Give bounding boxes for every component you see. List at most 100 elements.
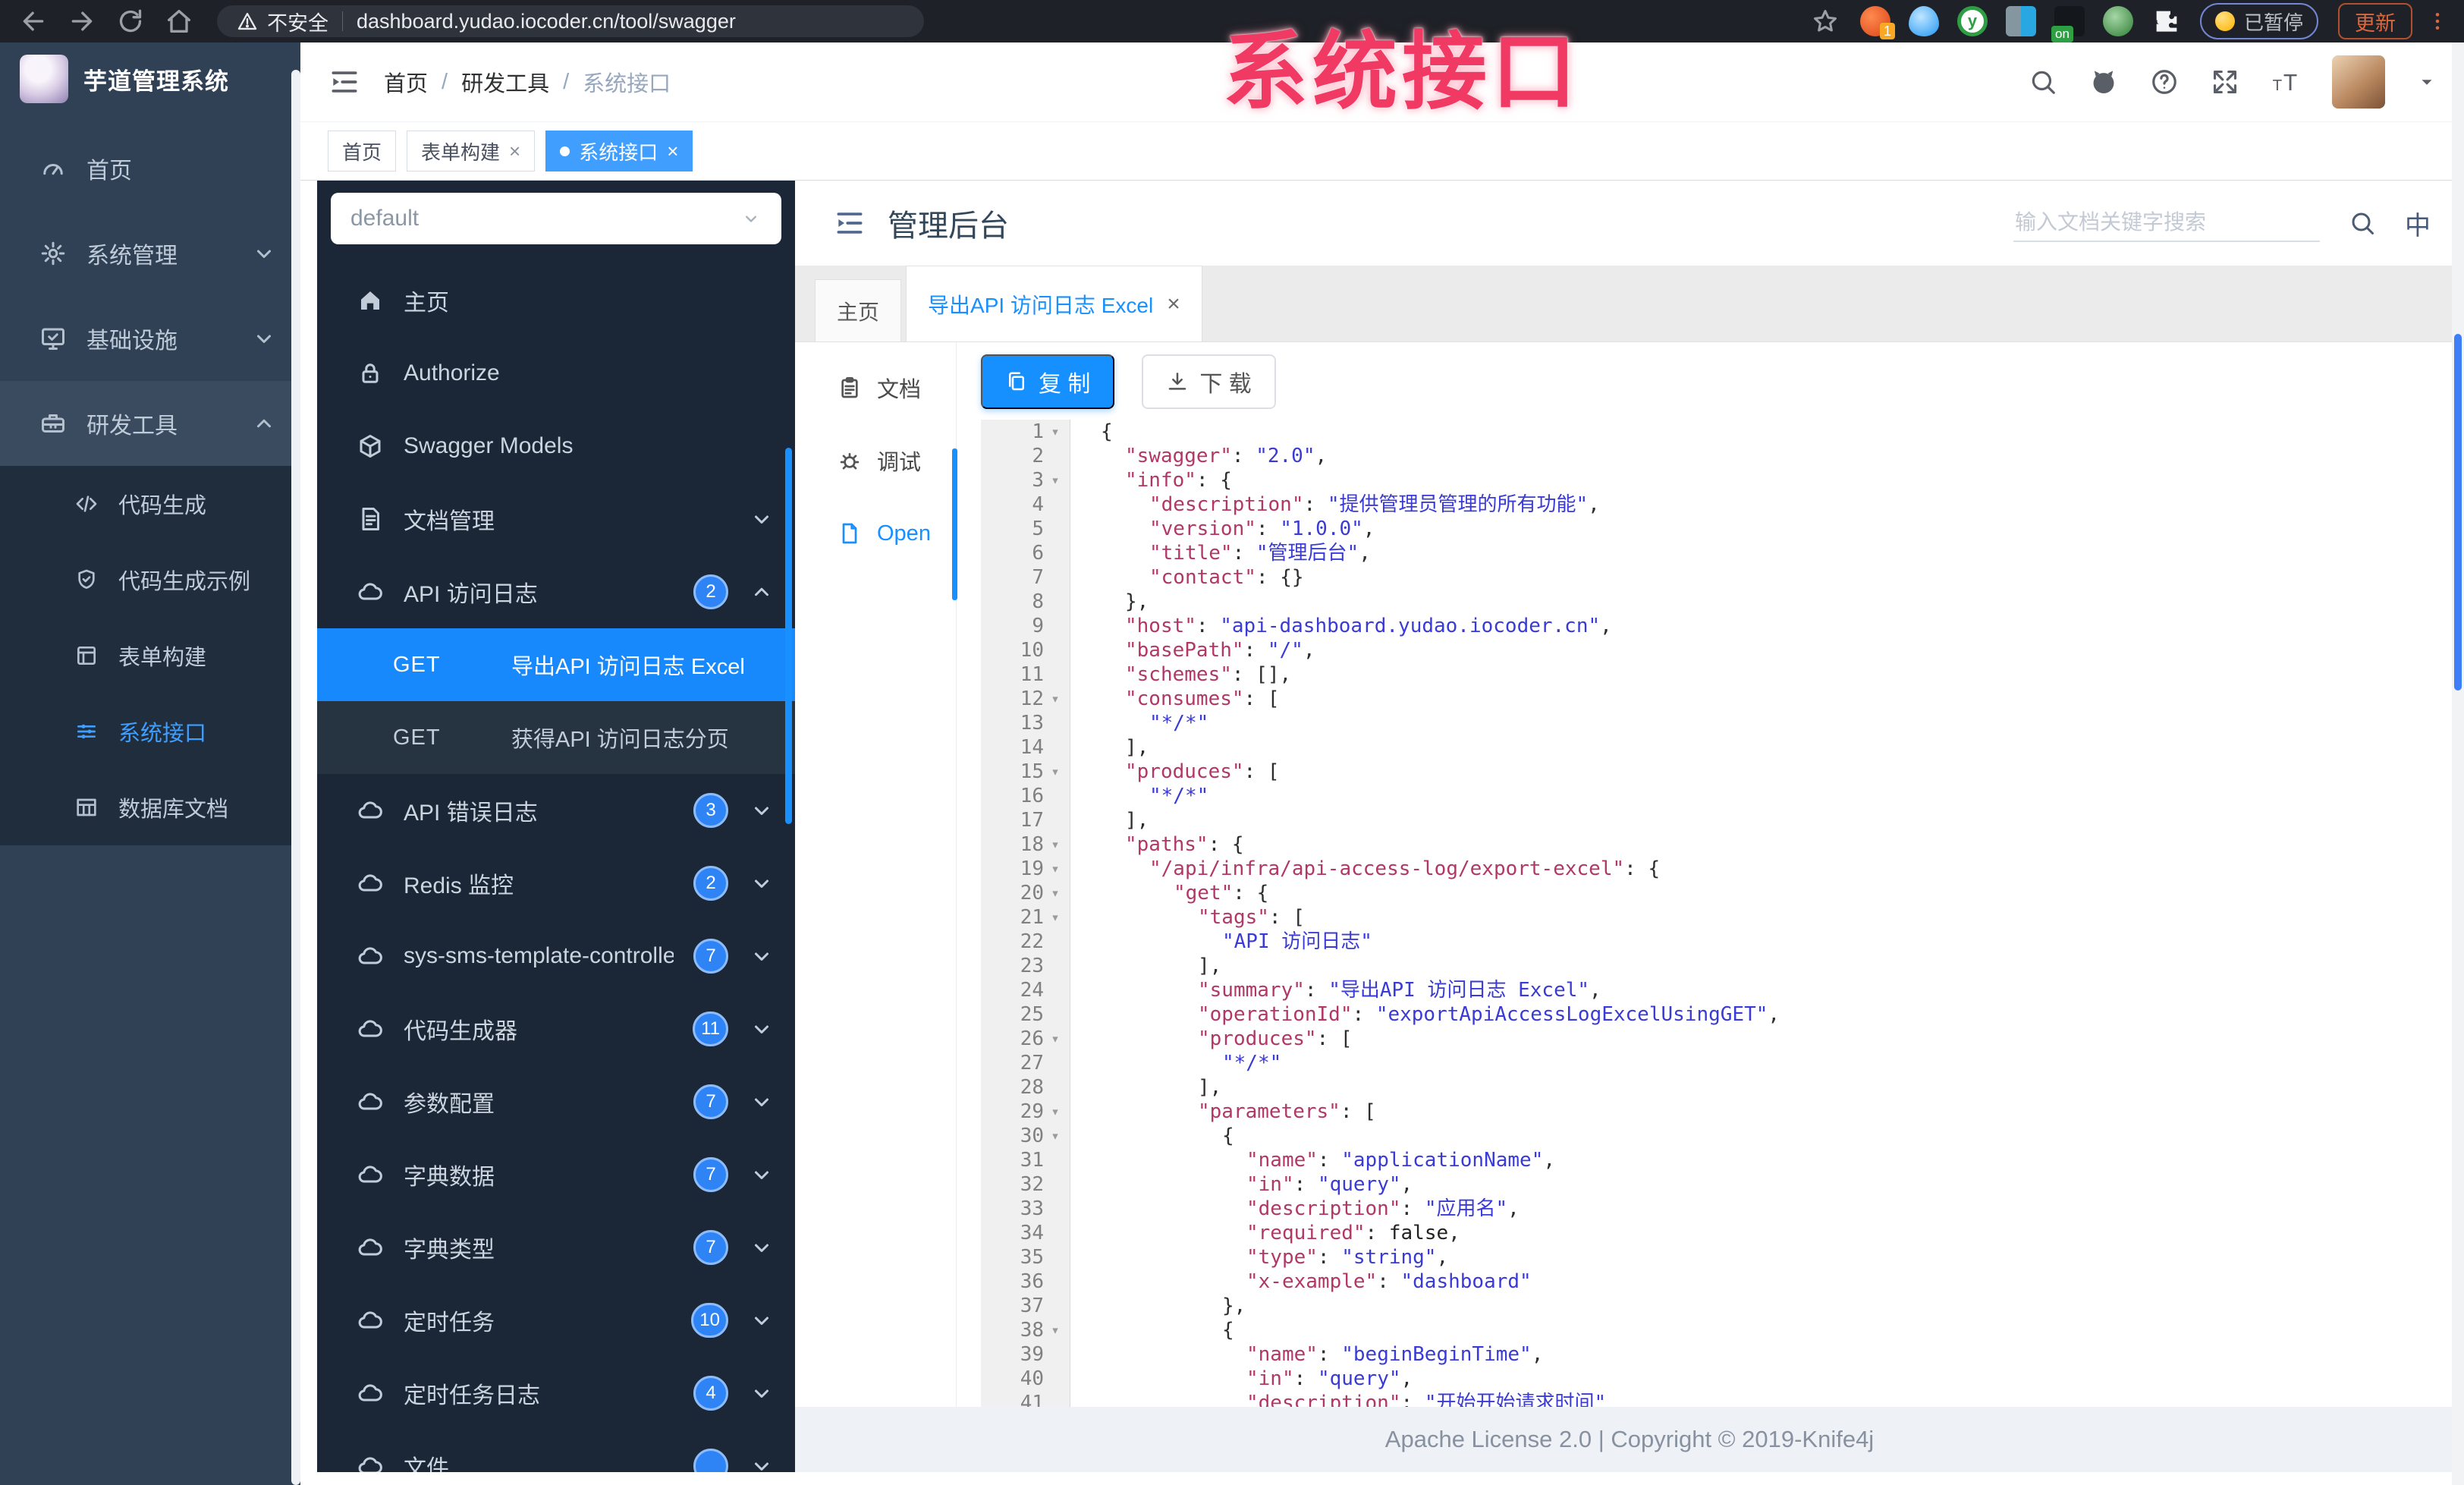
fold-arrow-icon[interactable]: ▾ [1044,832,1067,857]
code-content: "description": "开始开始请求时间" [1070,1391,1606,1407]
subnav-item-调试[interactable]: 调试 [795,424,956,497]
bookmark-star-icon[interactable] [1812,8,1839,35]
extension-icon[interactable]: y [1956,6,1988,36]
token: "version" [1149,518,1256,540]
breadcrumb-item[interactable]: 首页 [384,66,428,98]
fold-arrow-icon[interactable]: ▾ [1044,687,1067,711]
token: "description" [1149,493,1304,516]
fold-arrow-icon[interactable]: ▾ [1044,1100,1067,1124]
api-menu-item-2[interactable]: Swagger Models [317,410,795,483]
breadcrumb-item[interactable]: 研发工具 [461,66,549,98]
tag-tab-0[interactable]: 首页 [328,131,397,171]
copy-button[interactable]: 复 制 [981,354,1115,409]
close-icon[interactable]: × [509,141,520,161]
fold-arrow-icon[interactable]: ▾ [1044,1027,1067,1051]
close-icon[interactable]: × [1167,292,1180,316]
api-menu-item-11[interactable]: 字典类型 7 [317,1211,795,1284]
sidebar-item-2[interactable]: 基础设施 [0,296,300,381]
profile-paused-chip[interactable]: 已暂停 [2199,3,2318,39]
sidebar-collapse-icon[interactable] [328,65,361,99]
api-menu-item-13[interactable]: 定时任务日志 4 [317,1357,795,1430]
api-menu-item-12[interactable]: 定时任务 10 [317,1284,795,1357]
page-scrollbar-thumb[interactable] [2454,334,2462,691]
api-menu-item-1[interactable]: Authorize [317,337,795,410]
user-avatar[interactable] [2332,55,2385,109]
subnav-item-open[interactable]: Open [795,497,956,570]
api-operation-item[interactable]: GET 获得API 访问日志分页 [317,701,795,774]
api-menu-item-8[interactable]: 代码生成器 11 [317,993,795,1065]
extension-icon[interactable]: on [2051,6,2085,42]
api-menu-item-9[interactable]: 参数配置 7 [317,1065,795,1138]
line-gutter: 27 [981,1051,1070,1075]
forward-icon[interactable] [67,6,97,36]
fold-arrow-icon[interactable]: ▾ [1044,905,1067,930]
github-icon[interactable] [2089,68,2118,96]
close-icon[interactable]: × [667,141,678,161]
doc-collapse-icon[interactable] [833,206,866,240]
download-button[interactable]: 下 载 [1142,354,1276,409]
api-group-select[interactable]: default [331,193,781,244]
sidebar-item-4[interactable]: 代码生成 [0,466,300,542]
search-icon[interactable] [2029,68,2057,96]
sidebar-item-0[interactable]: 首页 [0,126,300,211]
doc-search-icon[interactable] [2349,209,2376,237]
page-scrollbar[interactable] [2452,42,2464,1485]
fold-arrow-icon[interactable]: ▾ [1044,1318,1067,1342]
fold-arrow-icon[interactable]: ▾ [1044,881,1067,905]
sidebar-item-8[interactable]: 数据库文档 [0,769,300,845]
api-menu-item-6[interactable]: Redis 监控 2 [317,847,795,920]
api-menu-item-0[interactable]: 主页 [317,264,795,337]
back-icon[interactable] [18,6,49,36]
line-gutter: 16 [981,784,1070,808]
subnav-item-文档[interactable]: 文档 [795,351,956,424]
extension-icon[interactable] [2102,6,2133,36]
extension-icon[interactable]: 1 [1859,6,1895,39]
extensions-puzzle-icon[interactable] [2151,6,2182,36]
token: "*/*" [1222,1052,1282,1074]
sidebar-item-7[interactable]: 系统接口 [0,694,300,769]
fold-arrow-icon[interactable]: ▾ [1044,468,1067,492]
browser-update-button[interactable]: 更新 [2338,3,2412,39]
api-menu-item-14[interactable]: 文件 [317,1430,795,1472]
file-icon [838,521,862,546]
doc-tab-1[interactable]: 导出API 访问日志 Excel × [906,266,1202,341]
api-operation-item[interactable]: GET 导出API 访问日志 Excel [317,628,795,701]
fold-arrow-icon[interactable]: ▾ [1044,760,1067,784]
tag-tab-1[interactable]: 表单构建 × [407,131,536,171]
doc-tab-0[interactable]: 主页 [815,279,902,341]
avatar-caret-down-icon[interactable] [2417,72,2437,92]
tag-label: 表单构建 [421,140,501,164]
extension-icon[interactable] [2005,6,2036,36]
fold-arrow-icon[interactable]: ▾ [1044,1124,1067,1148]
help-icon[interactable] [2150,68,2179,96]
sidebar-item-5[interactable]: 代码生成示例 [0,542,300,618]
api-menu-item-4[interactable]: API 访问日志 2 [317,555,795,628]
api-menu-item-5[interactable]: API 错误日志 3 [317,774,795,847]
address-bar[interactable]: 不安全 dashboard.yudao.iocoder.cn/tool/swag… [217,5,924,37]
api-menu-item-3[interactable]: 文档管理 [317,483,795,555]
browser-home-icon[interactable] [164,6,194,36]
browser-menu-kebab-icon[interactable] [2426,8,2449,35]
api-menu-item-10[interactable]: 字典数据 7 [317,1138,795,1211]
sidebar-item-3[interactable]: 研发工具 [0,381,300,466]
fullscreen-icon[interactable] [2211,68,2239,96]
reload-icon[interactable] [115,6,146,36]
code-editor[interactable]: 1 ▾{2 "swagger": "2.0", 3 ▾ "info": {4 "descri… [981,420,2464,1407]
extension-icon[interactable] [1908,6,1939,36]
fold-arrow-icon[interactable]: ▾ [1044,420,1067,444]
api-panel-scrollbar[interactable] [785,448,792,824]
fold-arrow-icon[interactable]: ▾ [1044,857,1067,881]
token: , [1588,493,1600,516]
code-line: 26 ▾ "produces": [ [981,1027,2464,1051]
sidebar-item-6[interactable]: 表单构建 [0,618,300,694]
tag-tab-2[interactable]: 系统接口 × [545,131,693,171]
sidebar-item-1[interactable]: 系统管理 [0,211,300,296]
sidebar-scrollbar[interactable] [291,70,300,1485]
token: "required" [1246,1222,1366,1244]
api-menu-item-7[interactable]: sys-sms-template-controller 7 [317,920,795,993]
app-logo-row[interactable]: 芋道管理系统 [0,42,300,115]
doc-search-input[interactable] [2013,204,2320,242]
line-number: 40 [1020,1367,1044,1390]
language-toggle[interactable]: 中 [2405,205,2431,242]
font-size-icon[interactable]: TT [2271,68,2300,96]
